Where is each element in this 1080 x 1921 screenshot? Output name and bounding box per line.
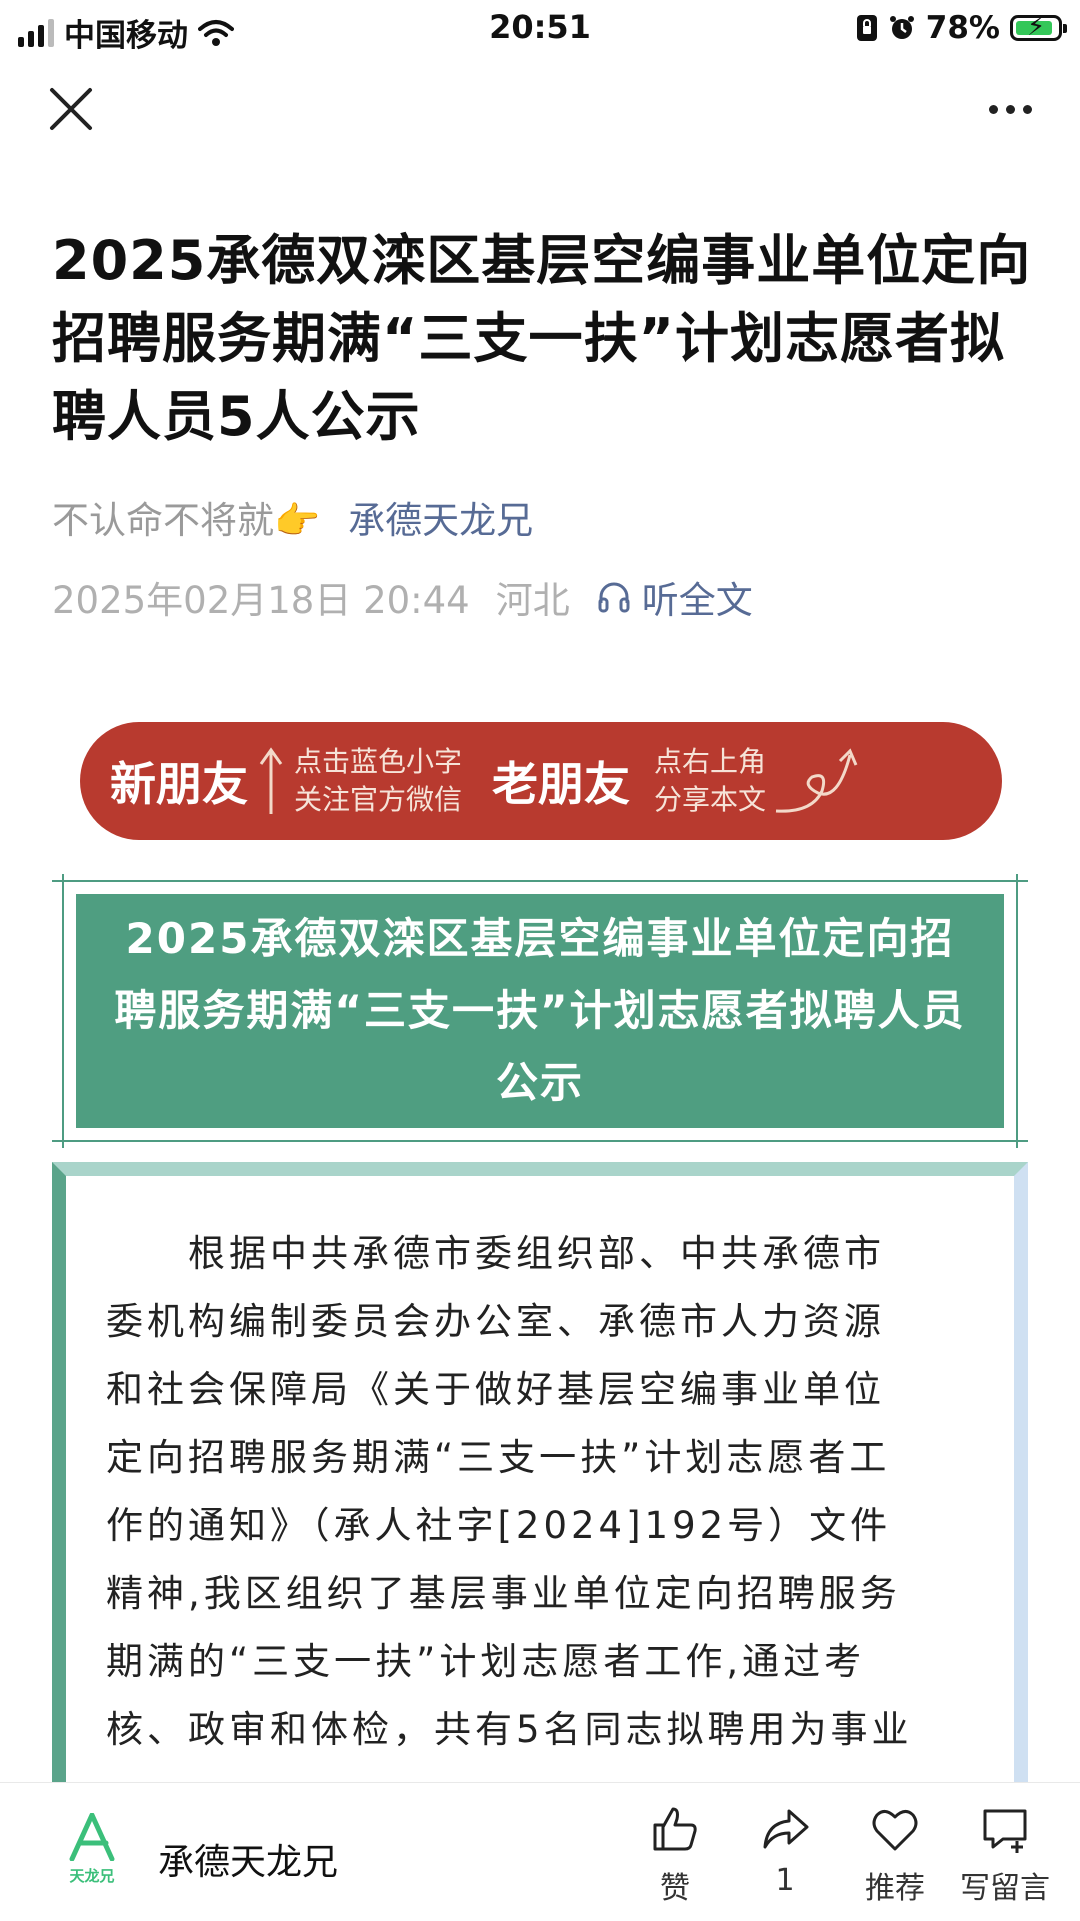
body-line: 作的通知》（承人社字[2024]192号）文件 xyxy=(106,1504,892,1547)
article-body-box: 根据中共承德市委组织部、中共承德市 委机构编制委员会办公室、承德市人力资源 和社… xyxy=(52,1162,1028,1782)
body-line: 核、政审和体检，共有5名同志拟聘用为事业 xyxy=(106,1708,913,1751)
battery-charging-icon: ⚡ xyxy=(1010,12,1067,42)
account-name[interactable]: 承德天龙兄 xyxy=(158,1833,338,1885)
alarm-icon xyxy=(889,16,914,39)
account-logo[interactable]: 天龙兄 xyxy=(62,1812,122,1885)
author-row: 不认命不将就👉 承德天龙兄 xyxy=(52,490,533,544)
body-line: 期满的“三支一扶”计划志愿者工作,通过考 xyxy=(106,1640,866,1683)
more-icon-dot xyxy=(988,104,998,114)
old-friend-hint: 点右上角 分享本文 xyxy=(654,743,766,819)
comment-label: 写留言 xyxy=(960,1871,1050,1906)
old-friend-hint-2: 分享本文 xyxy=(654,783,767,816)
account-logo-text: 天龙兄 xyxy=(69,1867,115,1885)
close-icon xyxy=(50,88,92,130)
more-icon-dot xyxy=(1005,104,1015,114)
action-group: 赞 1 推荐 写留言 xyxy=(620,1803,1060,1907)
body-line: 精神,我区组织了基层事业单位定向招聘服务 xyxy=(106,1572,901,1615)
body-line: 和社会保障局《关于做好基层空编事业单位 xyxy=(106,1368,885,1411)
battery-percent: 78% xyxy=(925,10,1000,46)
article-title: 2025承德双滦区基层空编事业单位定向招聘服务期满“三支一扶”计划志愿者拟聘人员… xyxy=(52,229,1032,448)
listen-button[interactable]: 听全文 xyxy=(596,570,753,624)
comment-add-icon xyxy=(983,1809,1027,1853)
like-button[interactable]: 赞 xyxy=(620,1803,730,1907)
region: 河北 xyxy=(495,579,570,622)
new-friend-label: 新朋友 xyxy=(110,757,248,811)
new-friend-hint: 点击蓝色小字 关注官方微信 xyxy=(294,743,462,819)
body-line: 根据中共承德市委组织部、中共承德市 xyxy=(106,1232,885,1275)
like-label: 赞 xyxy=(660,1871,690,1906)
headphones-icon xyxy=(598,582,630,613)
status-bar: 中国移动 20:51 78% ⚡ xyxy=(0,0,1080,56)
share-button[interactable]: 1 xyxy=(730,1803,840,1907)
headline-frame: 2025承德双滦区基层空编事业单位定向招聘服务期满“三支一扶”计划志愿者拟聘人员… xyxy=(52,874,1028,1148)
more-icon-dot xyxy=(1022,104,1032,114)
publish-date: 2025年02月18日 20:44 xyxy=(52,579,470,622)
close-button[interactable] xyxy=(46,84,96,134)
status-right: 78% ⚡ xyxy=(856,10,1067,46)
account-logo-icon xyxy=(69,1812,115,1862)
old-friend-label: 老朋友 xyxy=(492,757,631,811)
heart-icon xyxy=(872,1810,918,1851)
listen-label: 听全文 xyxy=(641,579,753,622)
curl-arrow-icon xyxy=(775,748,858,813)
recommend-button[interactable]: 推荐 xyxy=(840,1803,950,1907)
body-line: 定向招聘服务期满“三支一扶”计划志愿者工 xyxy=(106,1436,891,1479)
arrow-up-icon xyxy=(259,747,283,814)
share-count: 1 xyxy=(775,1863,795,1898)
headline-box: 2025承德双滦区基层空编事业单位定向招聘服务期满“三支一扶”计划志愿者拟聘人员… xyxy=(76,894,1004,1128)
new-friend-hint-2: 关注官方微信 xyxy=(294,783,463,816)
follow-banner: 新朋友 点击蓝色小字 关注官方微信 老朋友 点右上角 分享本文 xyxy=(80,722,1002,840)
body-line: 委机构编制委员会办公室、承德市人力资源 xyxy=(106,1300,885,1343)
comment-button[interactable]: 写留言 xyxy=(950,1803,1060,1907)
meta-row: 2025年02月18日 20:44 河北 听全文 xyxy=(52,570,753,624)
author-note: 不认命不将就👉 xyxy=(52,499,321,542)
new-friend-hint-1: 点击蓝色小字 xyxy=(294,745,463,778)
recommend-label: 推荐 xyxy=(865,1871,925,1906)
thumbs-up-icon xyxy=(653,1807,697,1851)
old-friend-hint-1: 点右上角 xyxy=(654,745,767,778)
share-icon xyxy=(763,1809,809,1849)
account-link[interactable]: 承德天龙兄 xyxy=(348,490,533,544)
portrait-lock-icon xyxy=(856,15,877,41)
more-button[interactable] xyxy=(980,94,1040,124)
bottom-bar: 天龙兄 承德天龙兄 赞 1 推荐 写留言 xyxy=(0,1782,1080,1921)
article-paragraph: 根据中共承德市委组织部、中共承德市 委机构编制委员会办公室、承德市人力资源 和社… xyxy=(106,1220,986,1764)
